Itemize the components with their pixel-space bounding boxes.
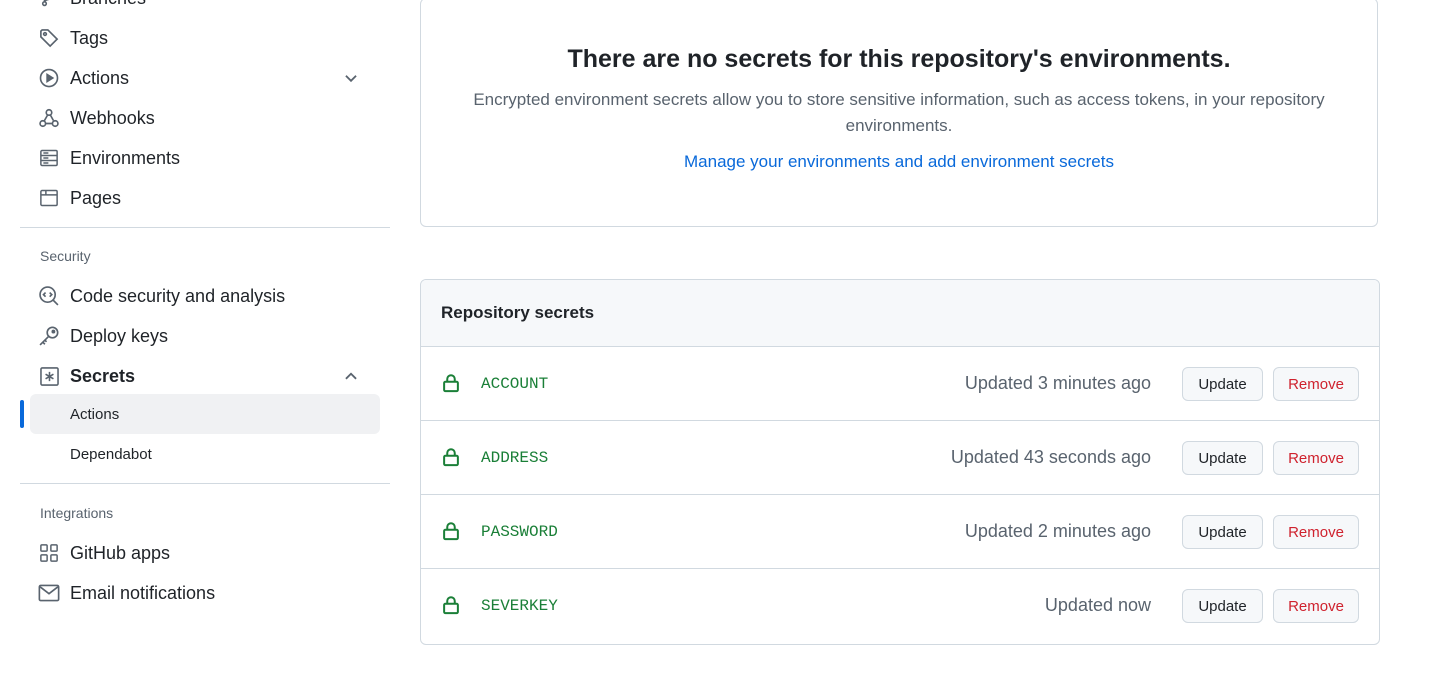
sidebar-item-label: Deploy keys [70,325,169,346]
branch-icon [38,0,60,9]
secret-updated-time: Updated 43 seconds ago [950,447,1151,467]
lock-icon [442,373,460,393]
sidebar-item-label: GitHub apps [70,542,171,563]
secret-row: ACCOUNT Updated 3 minutes ago Update Rem… [421,347,1379,421]
active-indicator [20,400,24,428]
sidebar-item-label: Code security and analysis [70,285,286,306]
remove-secret-button[interactable]: Remove [1273,515,1359,549]
secret-name: SEVERKEY [481,597,558,615]
sidebar-divider [20,227,390,228]
remove-secret-button[interactable]: Remove [1273,367,1359,401]
blankslate-title: There are no secrets for this repository… [567,45,1231,73]
play-circle-icon [38,67,60,89]
sidebar-item-label: Environments [70,147,181,168]
sidebar-subitem-label: Dependabot [70,445,152,463]
sidebar-item-label: Tags [70,27,109,48]
lock-icon [442,447,460,467]
sidebar-item-label: Webhooks [70,107,155,128]
update-secret-button[interactable]: Update [1182,589,1263,623]
update-secret-button[interactable]: Update [1182,515,1263,549]
sidebar-item-email-notifications[interactable]: Email notifications [20,573,380,613]
sidebar-item-label: Actions [70,67,130,88]
secret-updated-time: Updated 3 minutes ago [964,373,1151,393]
sidebar-subitem-label: Actions [70,405,120,423]
webhook-icon [38,107,60,129]
sidebar-item-actions[interactable]: Actions [20,58,380,98]
section-label-integrations: Integrations [40,505,114,521]
sidebar-divider [20,483,390,484]
sidebar-item-branches[interactable]: Branches [20,0,380,18]
sidebar-item-tags[interactable]: Tags [20,18,380,58]
secret-updated-time: Updated 2 minutes ago [964,521,1151,541]
sidebar-subitem-actions[interactable]: Actions [30,394,380,434]
manage-environments-link[interactable]: Manage your environments and add environ… [421,152,1377,172]
lock-icon [442,521,460,541]
apps-icon [38,542,60,564]
blankslate-description: Encrypted environment secrets allow you … [473,90,1325,135]
panel-title: Repository secrets [441,303,595,322]
sidebar-subitem-dependabot[interactable]: Dependabot [30,434,380,474]
sidebar-item-environments[interactable]: Environments [20,138,380,178]
secret-updated-time: Updated now [1044,595,1151,615]
secret-name: PASSWORD [481,523,558,541]
sidebar-item-pages[interactable]: Pages [20,178,380,218]
secret-row: SEVERKEY Updated now Update Remove [421,569,1379,643]
sidebar-item-label: Pages [70,187,122,208]
tag-icon [38,27,60,49]
chevron-down-icon[interactable] [342,69,360,87]
asterisk-box-icon [38,365,60,387]
environment-secrets-blankslate: There are no secrets for this repository… [420,0,1378,227]
sidebar-item-webhooks[interactable]: Webhooks [20,98,380,138]
mail-icon [38,582,60,604]
repository-secrets-header: Repository secrets [421,280,1379,347]
section-label-security: Security [40,248,91,264]
secret-name: ADDRESS [481,449,549,467]
update-secret-button[interactable]: Update [1182,441,1263,475]
key-icon [38,325,60,347]
secret-row: PASSWORD Updated 2 minutes ago Update Re… [421,495,1379,569]
sidebar-item-deploy-keys[interactable]: Deploy keys [20,316,380,356]
codescan-icon [38,285,60,307]
lock-icon [442,595,460,615]
sidebar-item-label: Email notifications [70,582,216,603]
browser-icon [38,187,60,209]
repository-secrets-panel: Repository secrets ACCOUNT Updated 3 min… [420,279,1380,645]
secret-name: ACCOUNT [481,375,549,393]
update-secret-button[interactable]: Update [1182,367,1263,401]
secret-row: ADDRESS Updated 43 seconds ago Update Re… [421,421,1379,495]
sidebar-item-code-security[interactable]: Code security and analysis [20,276,380,316]
sidebar-item-github-apps[interactable]: GitHub apps [20,533,380,573]
server-icon [38,147,60,169]
sidebar-item-label: Secrets [70,365,136,386]
remove-secret-button[interactable]: Remove [1273,589,1359,623]
sidebar-item-label: Branches [70,0,146,9]
remove-secret-button[interactable]: Remove [1273,441,1359,475]
chevron-up-icon[interactable] [342,367,360,385]
sidebar-item-secrets[interactable]: Secrets [20,356,380,396]
